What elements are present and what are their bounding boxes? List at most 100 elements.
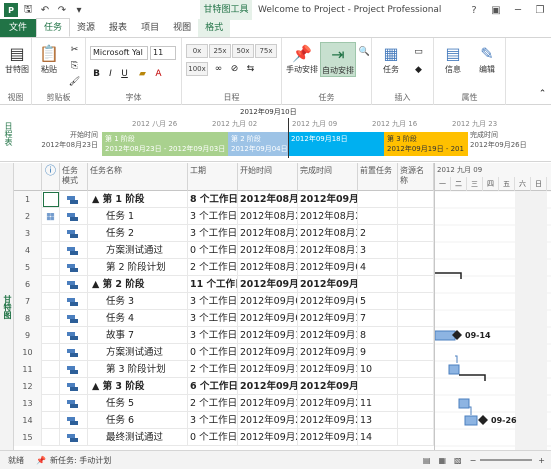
row-mode[interactable]: [60, 225, 88, 242]
row-finish[interactable]: 2012年08月3: [298, 225, 358, 242]
row-task-name[interactable]: 最终测试通过: [88, 429, 188, 446]
tab-report[interactable]: 报表: [102, 19, 134, 37]
tab-project[interactable]: 项目: [134, 19, 166, 37]
row-predecessors[interactable]: 3: [358, 242, 398, 259]
row-task-name[interactable]: 故事 7: [88, 327, 188, 344]
row-info[interactable]: [42, 191, 60, 208]
row-start[interactable]: 2012年08月3: [238, 259, 298, 276]
row-finish[interactable]: 2012年08月3: [298, 242, 358, 259]
row-start[interactable]: 2012年09月0: [238, 293, 298, 310]
row-predecessors[interactable]: [358, 276, 398, 293]
row-finish[interactable]: 2012年09月1: [298, 276, 358, 293]
highlight-color-icon[interactable]: ▰: [136, 68, 149, 81]
row-resources[interactable]: [398, 395, 434, 412]
row-duration[interactable]: 0 个工作日: [188, 429, 238, 446]
info-column-header[interactable]: ⓘ: [42, 163, 60, 191]
row-task-name[interactable]: 第 2 阶段计划: [88, 259, 188, 276]
row-duration[interactable]: 3 个工作日: [188, 225, 238, 242]
timeline-bar-phase-1[interactable]: 第 1 阶段 2012年08月23日 - 2012年09月03日: [102, 132, 228, 156]
row-predecessors[interactable]: 14: [358, 429, 398, 446]
duration-column-header[interactable]: 工期: [188, 163, 238, 191]
predecessors-column-header[interactable]: 前置任务: [358, 163, 398, 191]
row-resources[interactable]: [398, 208, 434, 225]
row-task-name[interactable]: 任务 5: [88, 395, 188, 412]
row-mode[interactable]: [60, 191, 88, 208]
row-task-name[interactable]: ▲ 第 3 阶段: [88, 378, 188, 395]
row-mode[interactable]: [60, 293, 88, 310]
row-predecessors[interactable]: 10: [358, 361, 398, 378]
note-indicator-icon[interactable]: ▦: [42, 208, 60, 225]
row-resources[interactable]: [398, 259, 434, 276]
tab-format[interactable]: 格式: [198, 19, 231, 37]
row-info[interactable]: [42, 310, 60, 327]
row-duration[interactable]: 2 个工作日: [188, 361, 238, 378]
row-finish[interactable]: 2012年09月1: [298, 344, 358, 361]
row-task-name[interactable]: 任务 3: [88, 293, 188, 310]
row-start[interactable]: 2012年09月1: [238, 344, 298, 361]
row-start[interactable]: 2012年09月1: [238, 395, 298, 412]
row-task-name[interactable]: 任务 2: [88, 225, 188, 242]
row-duration[interactable]: 2 个工作日: [188, 395, 238, 412]
finish-column-header[interactable]: 完成时间: [298, 163, 358, 191]
table-row[interactable]: 10 方案测试通过 0 个工作日 2012年09月1 2012年09月1 9: [14, 344, 434, 361]
save-icon[interactable]: 🖫: [21, 3, 35, 17]
row-info[interactable]: [42, 259, 60, 276]
row-finish[interactable]: 2012年09月0: [298, 191, 358, 208]
copy-icon[interactable]: ⎘: [68, 60, 81, 73]
inspect-icon[interactable]: 🔍: [358, 46, 371, 59]
row-resources[interactable]: [398, 242, 434, 259]
row-finish[interactable]: 2012年09月1: [298, 361, 358, 378]
row-info[interactable]: [42, 395, 60, 412]
row-duration[interactable]: 3 个工作日: [188, 412, 238, 429]
mode-column-header[interactable]: 任务模式: [60, 163, 88, 191]
row-duration[interactable]: 0 个工作日: [188, 242, 238, 259]
customize-qat-icon[interactable]: ▾: [72, 3, 86, 17]
row-finish[interactable]: 2012年09月2: [298, 412, 358, 429]
pct-25-button[interactable]: 25x: [209, 44, 231, 58]
tab-file[interactable]: 文件: [0, 19, 37, 37]
row-start[interactable]: 2012年08月2: [238, 208, 298, 225]
row-task-name[interactable]: 第 3 阶段计划: [88, 361, 188, 378]
resources-column-header[interactable]: 资源名称: [398, 163, 434, 191]
cut-icon[interactable]: ✂: [68, 44, 81, 57]
row-finish[interactable]: 2012年09月1: [298, 327, 358, 344]
row-mode[interactable]: [60, 242, 88, 259]
collapse-ribbon-icon[interactable]: ⌃: [536, 88, 549, 101]
row-duration[interactable]: 2 个工作日: [188, 259, 238, 276]
row-resources[interactable]: [398, 429, 434, 446]
row-predecessors[interactable]: 8: [358, 327, 398, 344]
row-resources[interactable]: [398, 361, 434, 378]
table-row[interactable]: 4 方案测试通过 0 个工作日 2012年08月3 2012年08月3 3: [14, 242, 434, 259]
zoom-out-icon[interactable]: −: [466, 456, 481, 465]
row-number[interactable]: 2: [14, 208, 42, 225]
row-finish[interactable]: 2012年09月2: [298, 378, 358, 395]
table-row[interactable]: 11 第 3 阶段计划 2 个工作日 2012年09月1 2012年09月1 10: [14, 361, 434, 378]
row-start[interactable]: 2012年09月1: [238, 378, 298, 395]
row-task-name[interactable]: 任务 1: [88, 208, 188, 225]
row-finish[interactable]: 2012年08月2: [298, 208, 358, 225]
row-duration[interactable]: 0 个工作日: [188, 344, 238, 361]
row-number[interactable]: 4: [14, 242, 42, 259]
row-predecessors[interactable]: 11: [358, 395, 398, 412]
row-mode[interactable]: [60, 310, 88, 327]
row-mode[interactable]: [60, 429, 88, 446]
row-start[interactable]: 2012年09月2: [238, 429, 298, 446]
row-number[interactable]: 8: [14, 310, 42, 327]
inactivate-icon[interactable]: ⇆: [244, 63, 257, 76]
row-number[interactable]: 3: [14, 225, 42, 242]
row-resources[interactable]: [398, 412, 434, 429]
row-number[interactable]: 11: [14, 361, 42, 378]
new-tasks-mode[interactable]: 新任务: 手动计划: [50, 455, 111, 466]
table-row[interactable]: 14 任务 63 个工作日 2012年09月2 2012年09月2 13: [14, 412, 434, 429]
minimize-icon[interactable]: ─: [507, 0, 529, 20]
row-number[interactable]: 14: [14, 412, 42, 429]
italic-button[interactable]: I: [104, 68, 117, 81]
row-mode[interactable]: [60, 259, 88, 276]
row-number[interactable]: 10: [14, 344, 42, 361]
row-predecessors[interactable]: 9: [358, 344, 398, 361]
information-button[interactable]: ▤ 信息: [436, 42, 470, 75]
row-resources[interactable]: [398, 191, 434, 208]
row-number[interactable]: 15: [14, 429, 42, 446]
row-info[interactable]: [42, 361, 60, 378]
row-resources[interactable]: [398, 310, 434, 327]
